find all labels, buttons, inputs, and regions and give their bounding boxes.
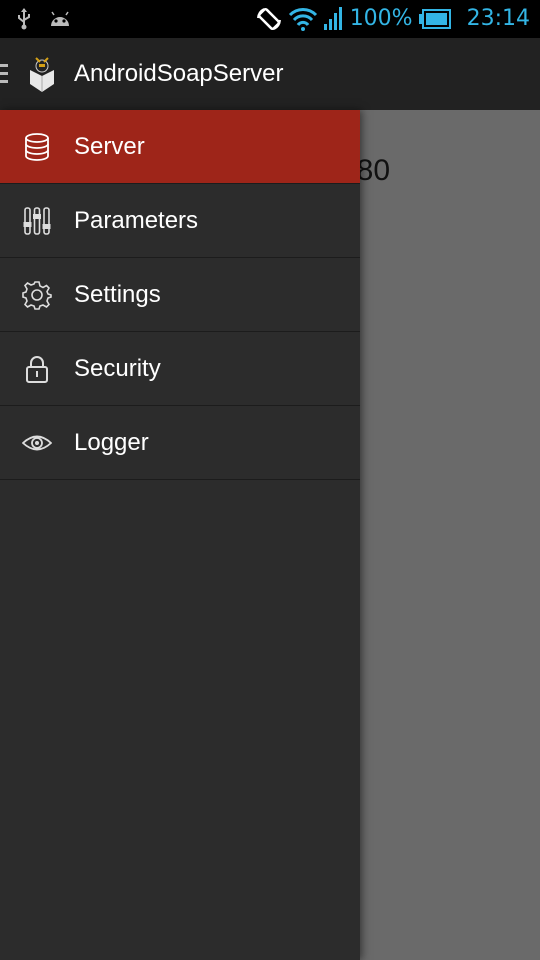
android-icon [51, 11, 69, 26]
drawer-toggle-icon[interactable] [0, 64, 8, 84]
drawer-item-security[interactable]: Security [0, 332, 360, 406]
usb-icon [18, 8, 30, 30]
status-bar: 100% 23:14 [0, 0, 540, 38]
drawer-item-label: Parameters [74, 206, 199, 234]
eye-icon [22, 435, 52, 450]
drawer-item-settings[interactable]: Settings [0, 258, 360, 332]
drawer-item-label: Security [74, 354, 161, 382]
clock: 23:14 [466, 6, 530, 31]
battery-icon [418, 9, 451, 29]
drawer-item-label: Server [74, 132, 145, 160]
drawer-item-server[interactable]: Server [0, 110, 360, 184]
drawer-item-label: Settings [74, 280, 161, 308]
app-title: AndroidSoapServer [74, 60, 284, 87]
signal-icon [323, 7, 342, 30]
database-icon [25, 132, 49, 161]
battery-percent: 100% [349, 6, 413, 31]
gear-icon [22, 280, 52, 310]
wifi-icon [288, 8, 317, 31]
app-logo-icon[interactable] [26, 54, 58, 94]
drawer-item-parameters[interactable]: Parameters [0, 184, 360, 258]
drawer-item-logger[interactable]: Logger [0, 406, 360, 480]
lock-icon [26, 355, 48, 383]
sliders-icon [23, 206, 51, 235]
navigation-drawer: Server Parameters Settings Security Logg… [0, 110, 360, 960]
drawer-item-label: Logger [74, 428, 149, 456]
rotate-icon [256, 7, 281, 31]
action-bar: AndroidSoapServer [0, 38, 540, 112]
